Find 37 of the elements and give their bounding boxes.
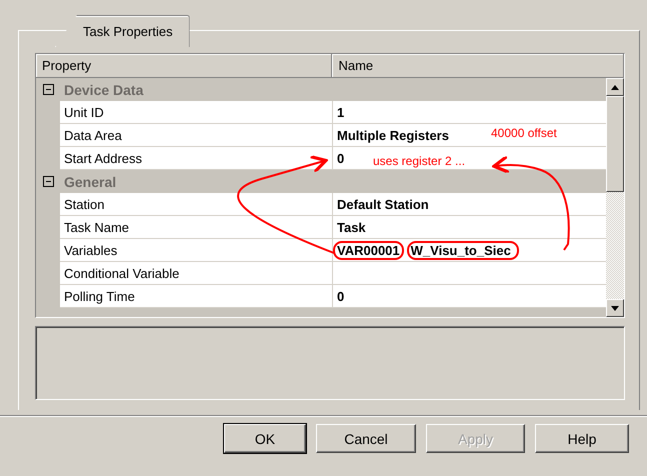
value-text: Default Station — [337, 196, 429, 212]
annotation-note: 40000 offset — [491, 126, 557, 140]
property-name: Task Name — [60, 216, 333, 239]
dialog-button[interactable]: Help — [535, 424, 629, 453]
column-header[interactable]: Name — [332, 54, 624, 78]
value-text: 1 — [337, 104, 344, 120]
property-value[interactable]: 1 — [333, 101, 606, 124]
property-name: Polling Time — [60, 285, 333, 308]
scrollbar[interactable] — [606, 78, 624, 317]
scroll-thumb[interactable] — [606, 96, 624, 192]
circled-value: W_Visu_to_Siec — [406, 240, 519, 260]
collapse-icon[interactable] — [43, 176, 54, 187]
value-text: Multiple Registers — [337, 128, 449, 142]
column-header[interactable]: Property — [36, 54, 332, 78]
category-name: General — [64, 174, 116, 190]
property-value[interactable]: VAR00001 W_Visu_to_Siec — [333, 239, 606, 262]
property-name: Unit ID — [60, 101, 333, 124]
scroll-up-icon[interactable] — [606, 78, 624, 96]
property-name: Conditional Variable — [60, 262, 333, 285]
value-text: Task — [337, 220, 366, 234]
property-value[interactable]: Default Station — [333, 193, 606, 216]
scroll-down-icon[interactable] — [606, 299, 624, 317]
property-value[interactable]: 0 — [333, 285, 606, 308]
circled-value: VAR00001 — [333, 240, 404, 260]
property-name: Variables — [60, 239, 333, 262]
property-name: Station — [60, 193, 333, 216]
collapse-icon[interactable] — [43, 84, 54, 95]
annotation-note: uses register 2 ... — [373, 154, 466, 168]
value-text: 0 — [337, 288, 344, 304]
dialog-button[interactable]: Cancel — [316, 424, 416, 453]
property-name: Start Address — [60, 147, 333, 170]
property-name: Data Area — [60, 124, 333, 147]
category-name: Device Data — [64, 82, 144, 98]
property-value[interactable]: Task — [333, 216, 606, 239]
dialog-button[interactable]: OK — [224, 424, 306, 453]
tab[interactable]: Task Properties — [55, 15, 190, 47]
value-text: 0 — [337, 150, 344, 166]
